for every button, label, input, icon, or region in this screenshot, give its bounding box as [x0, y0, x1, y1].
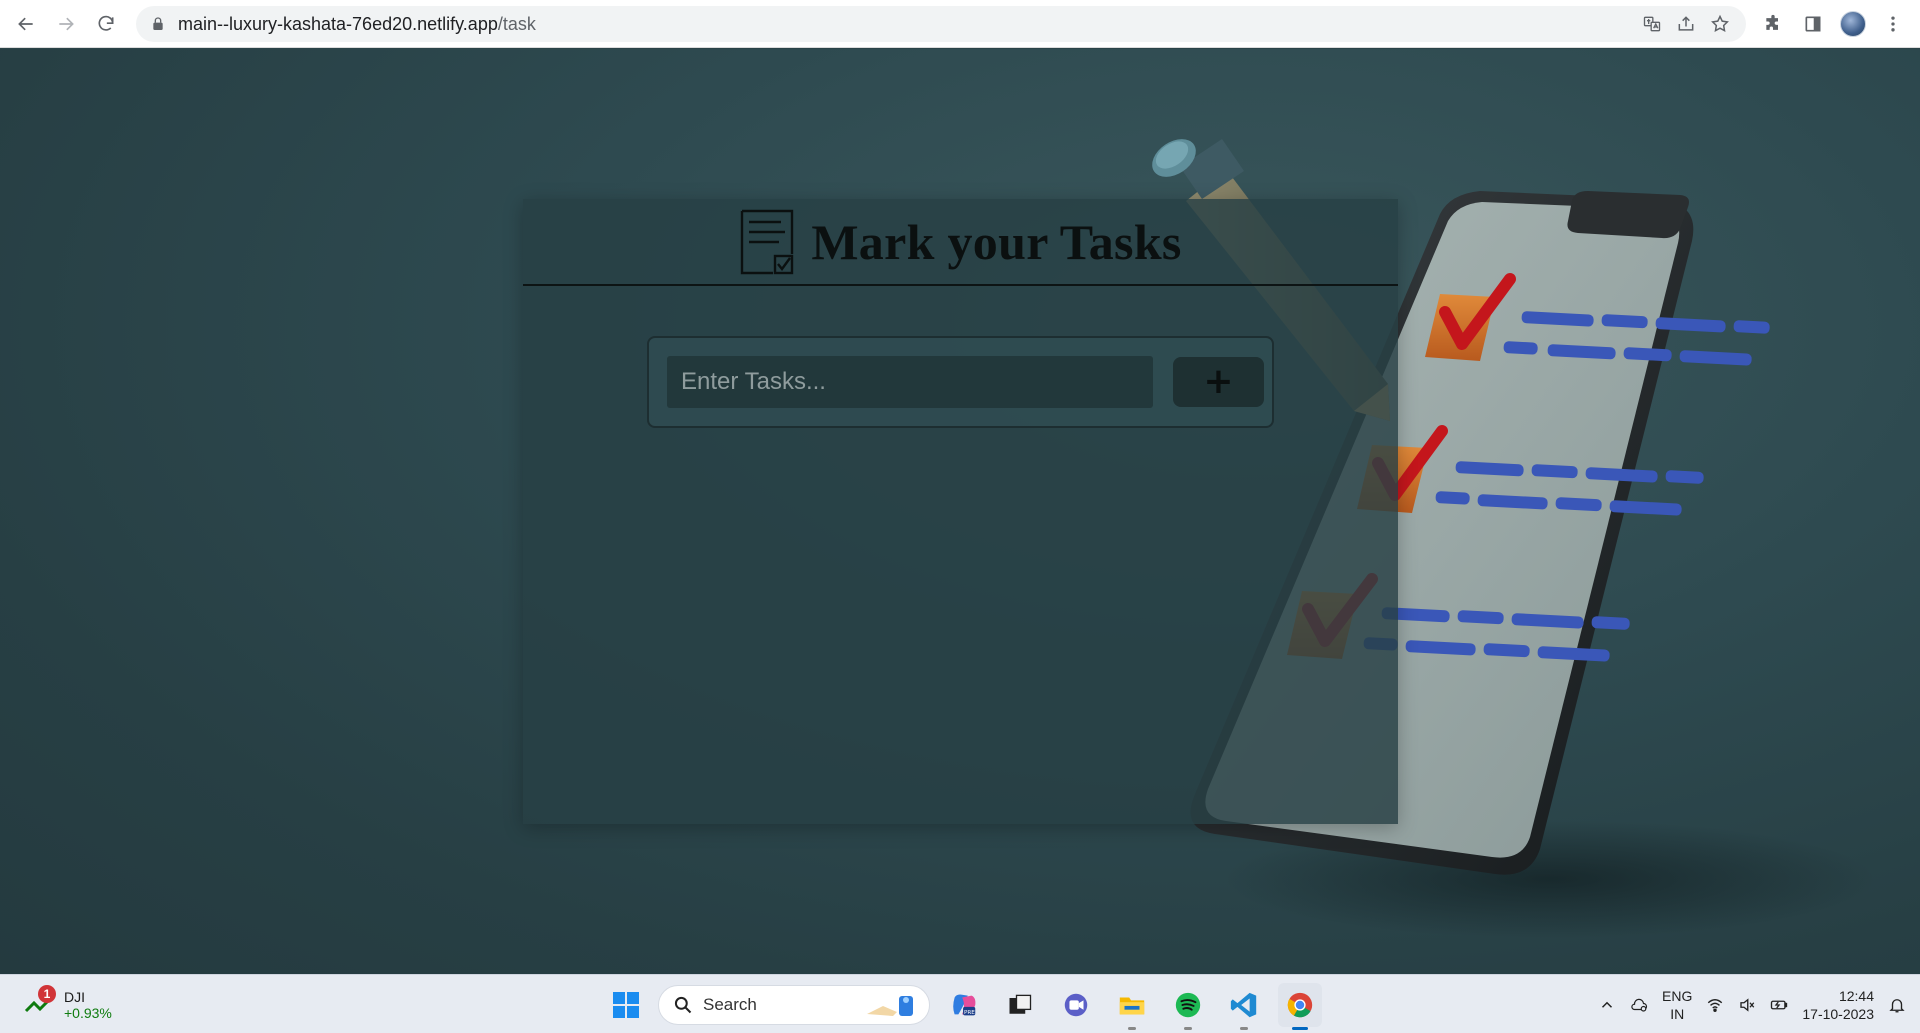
battery-charging-icon[interactable] [1770, 996, 1788, 1014]
search-label: Search [703, 995, 757, 1014]
reload-button[interactable] [86, 4, 126, 44]
windows-logo-icon [613, 992, 639, 1018]
arrow-right-icon [59, 17, 74, 30]
notification-badge: 1 [38, 985, 56, 1003]
search-icon [674, 996, 692, 1014]
running-indicator [1240, 1027, 1248, 1030]
volume-muted-icon[interactable] [1738, 996, 1756, 1014]
vscode-icon[interactable] [1222, 983, 1266, 1030]
teams-icon[interactable] [1054, 983, 1098, 1027]
kebab-menu-icon [1891, 16, 1895, 32]
time: 12:44 [1838, 987, 1874, 1004]
copilot-icon[interactable]: PRE [942, 983, 986, 1027]
browser-toolbar: main--luxury-kashata-76ed20.netlify.app/… [0, 0, 1920, 48]
stock-chart-icon: 1 [24, 985, 56, 1017]
clock[interactable]: 12:44 17-10-2023 [1802, 987, 1874, 1023]
arrow-left-icon [18, 17, 33, 30]
wifi-icon[interactable] [1706, 996, 1724, 1014]
running-indicator [1184, 1027, 1192, 1030]
share-icon[interactable] [1676, 14, 1696, 34]
extensions-button[interactable] [1756, 7, 1790, 41]
address-bar[interactable]: main--luxury-kashata-76ed20.netlify.app/… [136, 6, 1746, 42]
checklist-document-icon [741, 209, 794, 274]
plus-icon: + [1203, 361, 1234, 402]
start-button[interactable] [606, 985, 646, 1025]
running-indicator [1292, 1027, 1308, 1030]
stock-change: +0.93% [64, 1005, 112, 1021]
spotify-icon[interactable] [1166, 983, 1210, 1030]
add-task-button[interactable]: + [1173, 357, 1264, 407]
task-input[interactable] [667, 356, 1153, 408]
file-manager-icon[interactable] [998, 983, 1042, 1027]
search-highlight-icon [867, 996, 913, 1016]
task-card: Mark your Tasks + [523, 199, 1398, 824]
stock-name: DJI [64, 989, 85, 1005]
toolbar-right [1756, 0, 1920, 48]
language-code: ENG [1662, 987, 1693, 1004]
running-indicator [1128, 1027, 1136, 1030]
lock-icon [153, 17, 163, 30]
card-header: Mark your Tasks [523, 199, 1398, 286]
notification-bell-icon[interactable] [1888, 996, 1906, 1014]
input-language[interactable]: ENG IN [1662, 987, 1692, 1023]
region-code: IN [1670, 1005, 1685, 1022]
chevron-up-icon[interactable] [1598, 996, 1616, 1014]
url-path: /task [497, 13, 536, 34]
url-text: main--luxury-kashata-76ed20.netlify.app/… [178, 14, 536, 35]
translate-icon[interactable] [1642, 14, 1662, 34]
stock-text: DJI +0.93% [64, 989, 112, 1021]
date: 17-10-2023 [1802, 1005, 1874, 1022]
chrome-icon[interactable] [1278, 983, 1322, 1030]
avatar [1840, 11, 1866, 37]
system-tray: ENG IN 12:44 17-10-2023 [1598, 975, 1920, 1033]
profile-button[interactable] [1836, 7, 1870, 41]
task-input-container: + [647, 336, 1274, 428]
svg-text:PRE: PRE [964, 1010, 975, 1016]
side-panel-button[interactable] [1796, 7, 1830, 41]
forward-button[interactable] [46, 4, 86, 44]
side-panel-icon [1805, 16, 1821, 32]
browser-menu-button[interactable] [1876, 7, 1910, 41]
back-button[interactable] [6, 4, 46, 44]
onedrive-sync-icon[interactable] [1630, 996, 1648, 1014]
reload-icon [98, 15, 114, 31]
taskbar-center: Search PRE [606, 981, 1322, 1030]
page-title: Mark your Tasks [811, 213, 1182, 270]
page-viewport: Mark your Tasks + [0, 49, 1920, 974]
url-host: main--luxury-kashata-76ed20.netlify.app [178, 13, 498, 34]
puzzle-icon [1766, 14, 1778, 30]
taskbar-search[interactable]: Search [658, 985, 930, 1025]
stock-widget[interactable]: 1 DJI +0.93% [24, 983, 112, 1027]
file-explorer-icon[interactable] [1110, 983, 1154, 1030]
address-bar-actions [1642, 6, 1730, 42]
bookmark-star-icon[interactable] [1710, 14, 1730, 34]
taskbar: 1 DJI +0.93% Search PRE ENG IN 12:44 17-… [0, 974, 1920, 1033]
